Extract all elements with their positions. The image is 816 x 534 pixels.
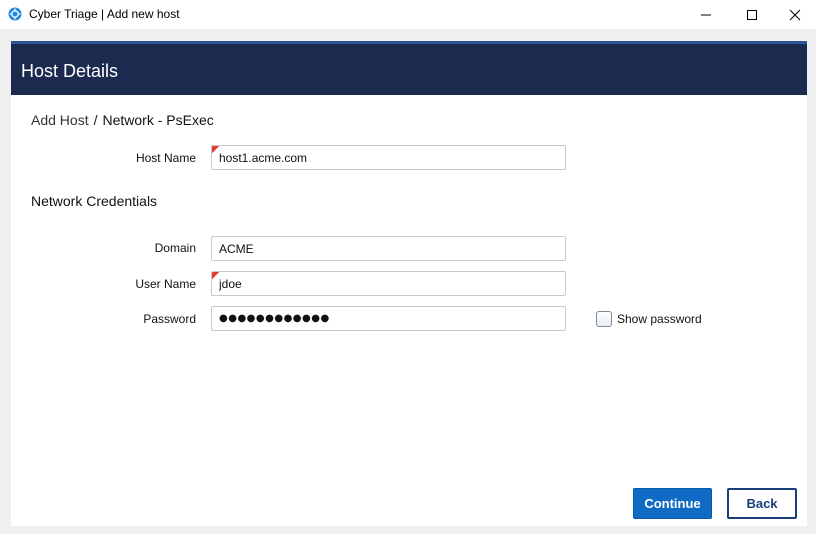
cyber-triage-logo-icon: [8, 7, 22, 21]
maximize-button[interactable]: [729, 0, 775, 29]
page-title: Host Details: [21, 61, 119, 81]
show-password-label[interactable]: Show password: [617, 312, 702, 326]
close-button[interactable]: [772, 0, 816, 29]
minimize-button[interactable]: [683, 0, 729, 29]
host-name-input[interactable]: [211, 145, 566, 170]
continue-button[interactable]: Continue: [633, 488, 712, 519]
breadcrumb-separator: /: [93, 112, 98, 128]
maximize-icon: [747, 9, 757, 20]
breadcrumb-item-current: Network - PsExec: [102, 112, 214, 128]
breadcrumb: Add Host / Network - PsExec: [31, 112, 214, 128]
network-credentials-heading: Network Credentials: [31, 193, 158, 209]
title-bar: Cyber Triage | Add new host: [0, 0, 816, 29]
show-password-checkbox[interactable]: [596, 311, 612, 327]
window-title: Cyber Triage | Add new host: [29, 7, 180, 21]
password-label: Password: [143, 312, 196, 326]
dialog-header: Host Details: [11, 41, 807, 95]
user-name-label: User Name: [135, 277, 196, 291]
domain-input[interactable]: [211, 236, 566, 261]
minimize-icon: [701, 14, 711, 15]
host-name-label: Host Name: [135, 151, 196, 165]
dialog-content: Host Details Add Host / Network - PsExec H…: [11, 41, 807, 526]
user-name-input[interactable]: [211, 271, 566, 296]
breadcrumb-item-add-host[interactable]: Add Host: [31, 112, 89, 128]
domain-label: Domain: [154, 241, 196, 255]
close-icon: [789, 9, 801, 20]
back-button[interactable]: Back: [727, 488, 797, 519]
password-input[interactable]: [211, 306, 566, 331]
